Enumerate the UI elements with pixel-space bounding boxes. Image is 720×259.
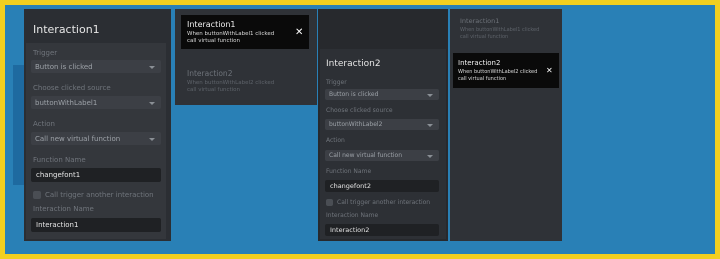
trigger-another-checkbox[interactable] — [326, 199, 333, 206]
action-value: Call new virtual function — [329, 152, 403, 159]
card-desc-line2: call virtual function — [187, 38, 240, 44]
interaction-card-selected[interactable]: Interaction2 When buttonWithLabel2 click… — [453, 53, 559, 88]
interaction-list-panel: Interaction1 When buttonWithLabel1 click… — [175, 9, 317, 105]
checkbox-label: Call trigger another interaction — [337, 199, 431, 206]
interaction-name-label: Interaction Name — [33, 205, 94, 213]
trigger-value: Button is clicked — [35, 62, 93, 71]
trigger-dropdown[interactable]: Button is clicked — [31, 60, 161, 73]
action-value: Call new virtual function — [35, 134, 121, 143]
source-dropdown[interactable]: buttonWithLabel2 — [325, 119, 439, 130]
function-name-input[interactable]: changefont2 — [325, 180, 439, 192]
chevron-down-icon — [149, 101, 155, 105]
source-label: Choose clicked source — [326, 107, 393, 114]
action-label: Action — [33, 120, 55, 128]
trigger-label: Trigger — [33, 49, 58, 57]
trigger-another-checkbox[interactable] — [33, 191, 41, 199]
panel-title: Interaction1 — [33, 23, 100, 36]
card-title: Interaction1 — [187, 20, 236, 29]
card-desc-line2: call virtual function — [460, 34, 509, 40]
interaction-card[interactable]: Interaction1 When buttonWithLabel1 click… — [460, 17, 560, 43]
interaction-name-input[interactable]: Interaction2 — [325, 224, 439, 236]
action-dropdown[interactable]: Call new virtual function — [325, 150, 439, 161]
action-label: Action — [326, 137, 345, 144]
chevron-down-icon — [149, 65, 155, 69]
source-value: buttonWithLabel1 — [35, 98, 98, 107]
close-icon[interactable]: ✕ — [295, 27, 303, 38]
source-value: buttonWithLabel2 — [329, 121, 383, 128]
trigger-label: Trigger — [326, 79, 347, 86]
function-name-label: Function Name — [33, 156, 86, 164]
trigger-dropdown[interactable]: Button is clicked — [325, 89, 439, 100]
chevron-down-icon — [427, 93, 433, 97]
interaction-card-selected[interactable]: Interaction1 When buttonWithLabel1 click… — [181, 15, 309, 49]
chevron-down-icon — [427, 123, 433, 127]
properties-body: Trigger Button is clicked Choose clicked… — [26, 43, 166, 239]
source-label: Choose clicked source — [33, 84, 111, 92]
function-name-input[interactable]: changefont1 — [31, 168, 161, 182]
card-desc-line2: call virtual function — [187, 87, 240, 93]
panel-title: Interaction2 — [326, 59, 381, 69]
trigger-value: Button is clicked — [329, 91, 379, 98]
card-desc-line2: call virtual function — [458, 76, 507, 82]
chevron-down-icon — [427, 154, 433, 158]
close-icon[interactable]: ✕ — [546, 66, 553, 75]
screenshot-frame: Interaction1 Trigger Button is clicked C… — [5, 5, 715, 254]
source-dropdown[interactable]: buttonWithLabel1 — [31, 96, 161, 109]
interaction2-properties-panel: Interaction2 Trigger Button is clicked C… — [318, 9, 448, 241]
checkbox-label: Call trigger another interaction — [45, 191, 154, 199]
chevron-down-icon — [149, 137, 155, 141]
interaction-card[interactable]: Interaction2 When buttonWithLabel2 click… — [187, 69, 307, 99]
card-title: Interaction1 — [460, 17, 500, 25]
card-title: Interaction2 — [458, 59, 501, 67]
interaction-name-input[interactable]: Interaction1 — [31, 218, 161, 232]
interaction1-properties-panel: Interaction1 Trigger Button is clicked C… — [24, 9, 171, 241]
card-title: Interaction2 — [187, 69, 233, 78]
properties-body: Interaction2 Trigger Button is clicked C… — [320, 49, 446, 239]
function-name-label: Function Name — [326, 168, 372, 175]
interaction-name-label: Interaction Name — [326, 212, 379, 219]
action-dropdown[interactable]: Call new virtual function — [31, 132, 161, 145]
interaction-list-panel-2: Interaction1 When buttonWithLabel1 click… — [450, 9, 562, 241]
